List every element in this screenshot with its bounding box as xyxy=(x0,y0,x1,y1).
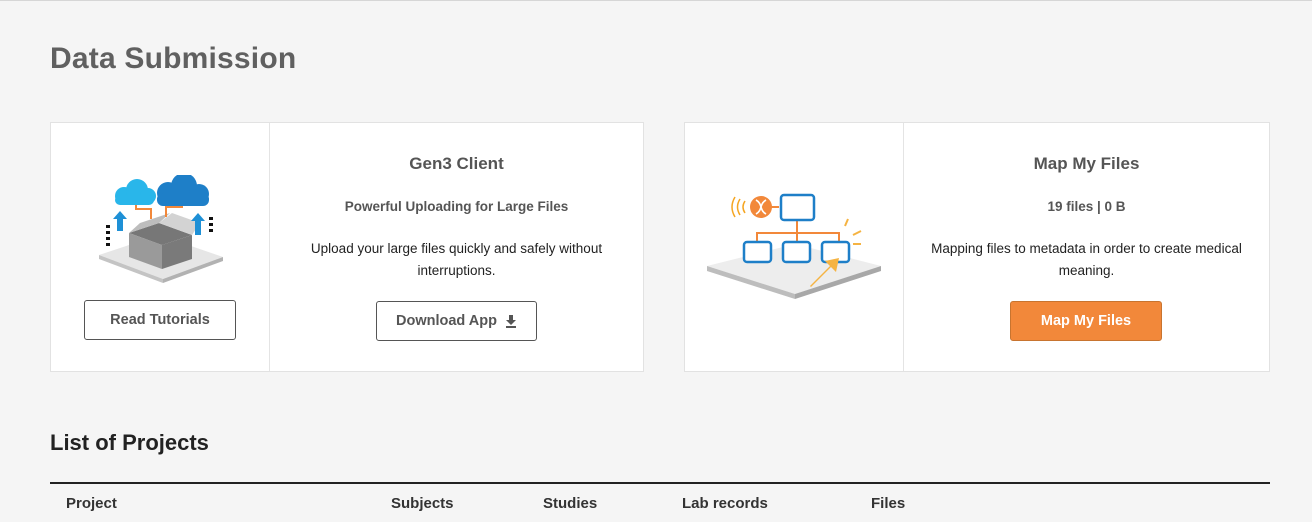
gen3-card-description: Upload your large files quickly and safe… xyxy=(310,241,603,278)
projects-section-title: List of Projects xyxy=(50,430,209,455)
gen3-card-title: Gen3 Client xyxy=(409,154,504,173)
table-header-rule xyxy=(50,482,1270,484)
gen3-card-left-panel: Read Tutorials xyxy=(51,123,270,371)
file-mapping-tree-icon xyxy=(707,193,881,299)
download-icon xyxy=(505,314,516,328)
top-divider xyxy=(0,0,1312,1)
cloud-upload-box-icon xyxy=(99,175,223,283)
download-app-label: Download App xyxy=(396,313,497,329)
column-header-files[interactable]: Files xyxy=(871,495,905,512)
map-card-title: Map My Files xyxy=(1033,154,1140,173)
column-header-studies[interactable]: Studies xyxy=(543,495,597,512)
gen3-card-subtitle: Powerful Uploading for Large Files xyxy=(344,199,569,214)
read-tutorials-button[interactable]: Read Tutorials xyxy=(84,300,236,340)
map-my-files-button[interactable]: Map My Files xyxy=(1010,301,1162,341)
page-title: Data Submission xyxy=(50,42,297,75)
map-card-right-panel: Map My Files 19 files | 0 B Mapping file… xyxy=(904,123,1269,371)
gen3-client-card: Read Tutorials Gen3 Client Powerful Uplo… xyxy=(50,122,644,372)
column-header-project[interactable]: Project xyxy=(66,495,117,512)
download-app-button[interactable]: Download App xyxy=(376,301,537,341)
column-header-subjects[interactable]: Subjects xyxy=(391,495,454,512)
map-my-files-card: Map My Files 19 files | 0 B Mapping file… xyxy=(684,122,1270,372)
column-header-lab-records[interactable]: Lab records xyxy=(682,495,768,512)
map-card-description: Mapping files to metadata in order to cr… xyxy=(931,241,1242,278)
map-card-file-stats: 19 files | 0 B xyxy=(1047,199,1126,214)
gen3-card-right-panel: Gen3 Client Powerful Uploading for Large… xyxy=(270,123,643,371)
map-card-left-panel xyxy=(685,123,904,371)
